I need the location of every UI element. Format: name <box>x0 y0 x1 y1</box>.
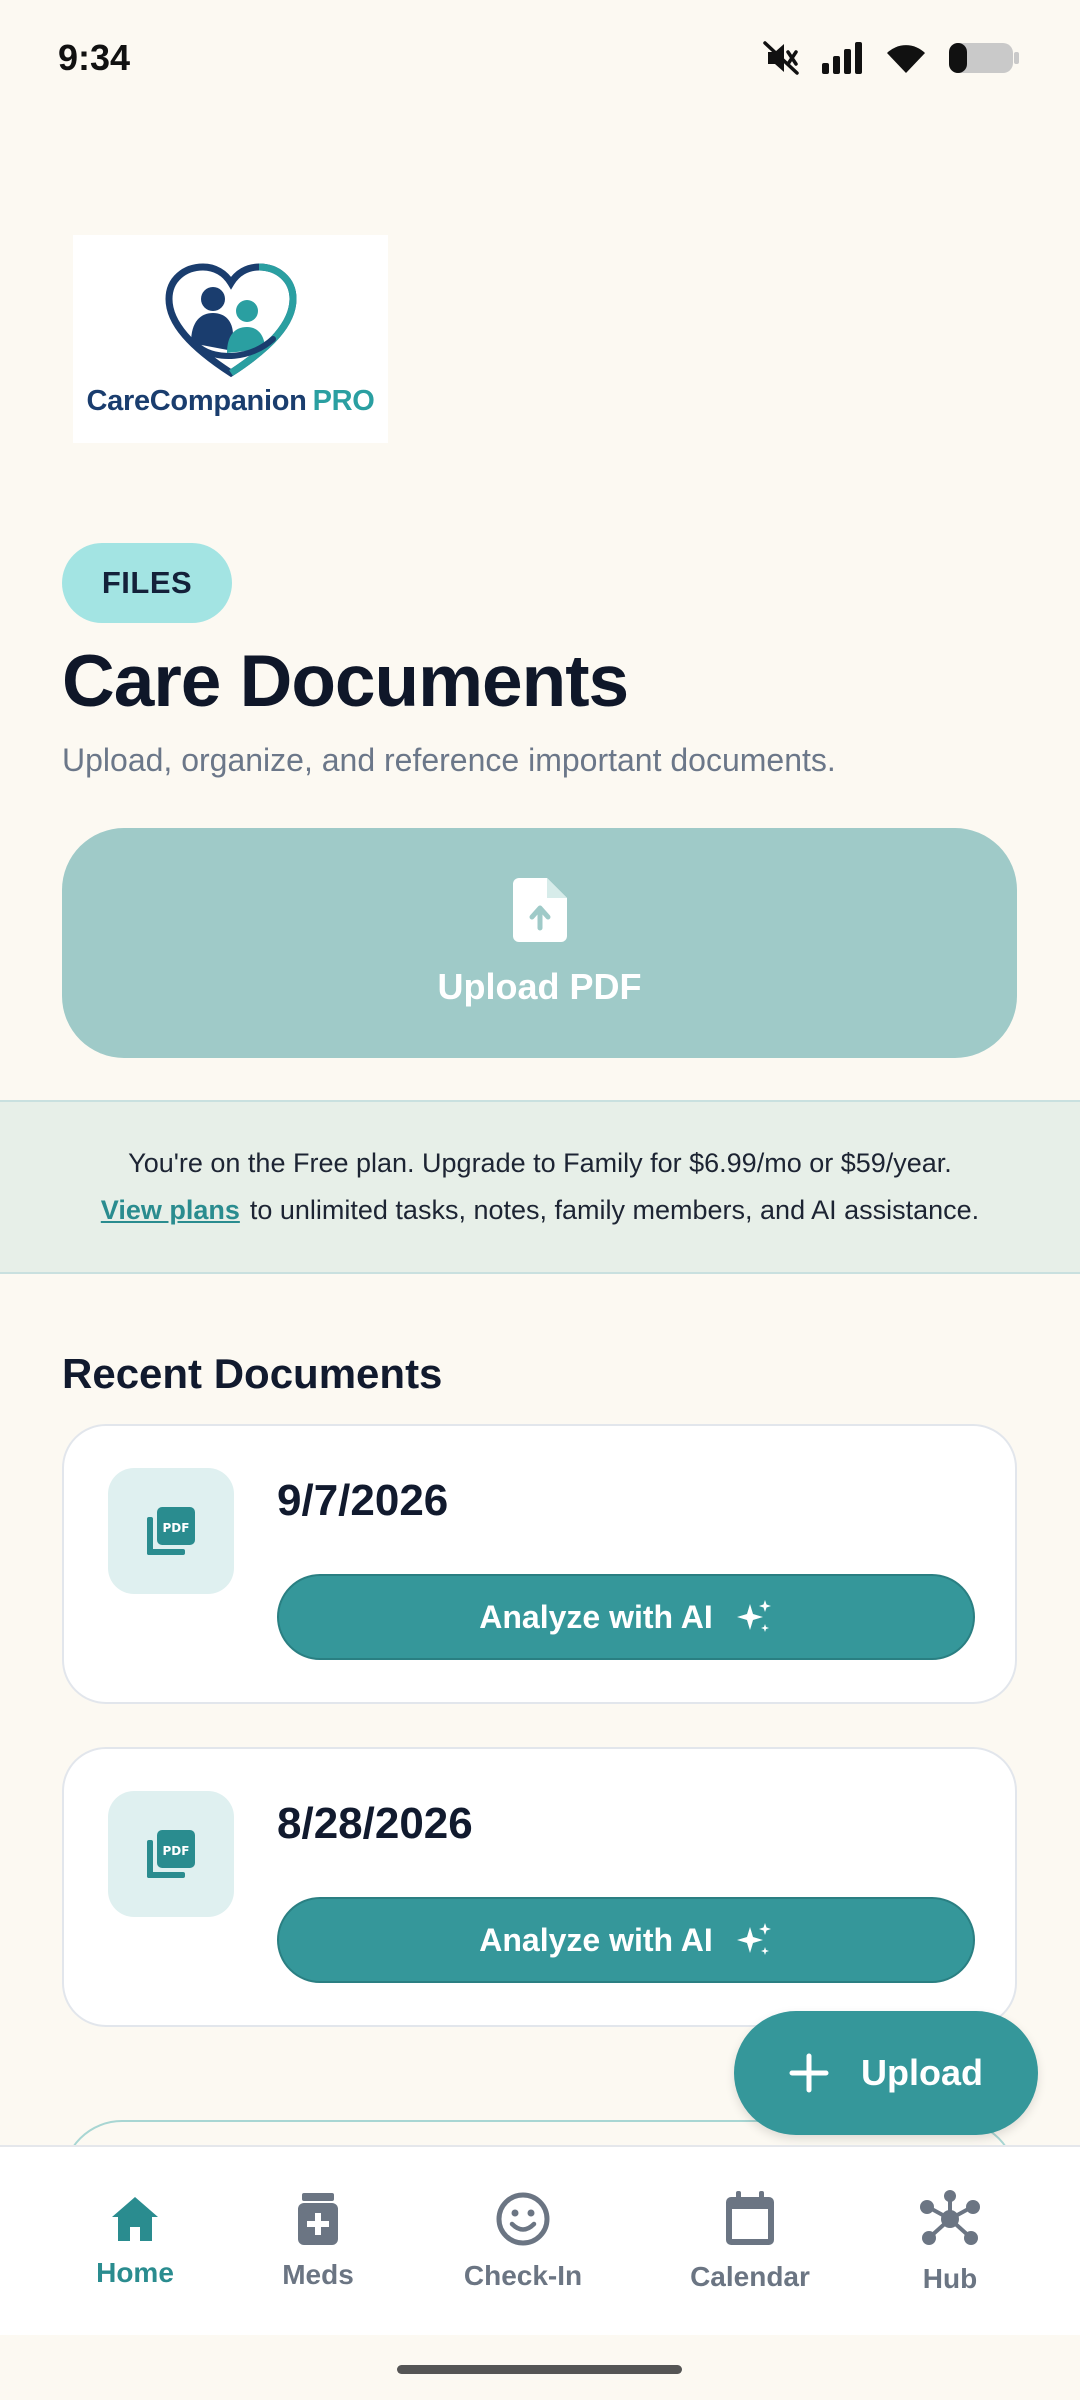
plan-banner-line2-text: to unlimited tasks, notes, family member… <box>249 1195 980 1225</box>
document-card[interactable]: PDF 9/7/2026 Analyze with AI <box>62 1424 1017 1704</box>
plan-banner: You're on the Free plan. Upgrade to Fami… <box>0 1100 1080 1274</box>
nav-item-check-in[interactable]: Check-In <box>448 2147 598 2337</box>
recent-documents-title: Recent Documents <box>62 1350 443 1397</box>
analyze-label: Analyze with AI <box>479 1598 713 1635</box>
page-title: Care Documents <box>62 641 629 722</box>
analyze-label: Analyze with AI <box>479 1921 713 1958</box>
battery-icon <box>949 42 1019 73</box>
sparkles-icon <box>736 1923 771 1955</box>
nav-label-check-in: Check-In <box>463 2260 583 2291</box>
calendar-icon <box>726 2191 774 2245</box>
pdf-icon: PDF <box>108 1468 234 1594</box>
logo-name: CareCompanion <box>86 384 307 417</box>
analyze-with-ai-button[interactable]: Analyze with AI <box>277 1897 975 1983</box>
files-badge: FILES <box>62 543 232 623</box>
bottom-nav: Home Meds Check-In Calendar Hub <box>0 2145 1080 2335</box>
nav-label-home: Home <box>96 2257 174 2288</box>
analyze-with-ai-button[interactable]: Analyze with AI <box>277 1574 975 1660</box>
plus-icon <box>789 2053 829 2093</box>
document-card[interactable]: PDF 8/28/2026 Analyze with AI <box>62 1747 1017 2027</box>
status-icons <box>762 40 1020 76</box>
home-indicator[interactable] <box>397 2365 682 2374</box>
file-upload-icon <box>512 878 567 942</box>
svg-text:PDF: PDF <box>163 1844 190 1858</box>
nav-item-meds[interactable]: Meds <box>258 2147 378 2337</box>
page-subtitle: Upload, organize, and reference importan… <box>62 742 836 778</box>
view-plans-link[interactable]: View plans <box>101 1195 240 1225</box>
upload-fab-button[interactable]: Upload <box>734 2011 1038 2135</box>
heart-family-logo-icon <box>164 262 297 377</box>
logo-wordmark: CareCompanion PRO <box>86 385 374 418</box>
plan-banner-line1: You're on the Free plan. Upgrade to Fami… <box>128 1148 952 1178</box>
hub-icon <box>920 2190 980 2245</box>
nav-item-home[interactable]: Home <box>75 2147 195 2337</box>
svg-text:PDF: PDF <box>163 1521 190 1535</box>
nav-label-meds: Meds <box>282 2259 354 2290</box>
nav-label-calendar: Calendar <box>690 2261 810 2292</box>
upload-pdf-label: Upload PDF <box>437 966 642 1007</box>
wifi-icon <box>887 44 925 73</box>
pdf-icon: PDF <box>108 1791 234 1917</box>
sparkles-icon <box>736 1600 771 1632</box>
smiley-icon <box>496 2192 550 2246</box>
logo-suffix: PRO <box>312 384 375 417</box>
home-icon <box>112 2197 158 2241</box>
signal-icon <box>822 41 862 74</box>
nav-item-hub[interactable]: Hub <box>890 2147 1010 2337</box>
mute-icon <box>763 40 799 75</box>
nav-label-hub: Hub <box>922 2263 978 2294</box>
app-logo: CareCompanion PRO <box>73 235 388 443</box>
upload-fab-label: Upload <box>861 2052 983 2093</box>
status-bar: 9:34 <box>0 0 1080 115</box>
nav-item-calendar[interactable]: Calendar <box>675 2147 825 2337</box>
document-date: 9/7/2026 <box>277 1476 449 1525</box>
plan-banner-line2: View plans to unlimited tasks, notes, fam… <box>101 1187 979 1234</box>
status-time: 9:34 <box>58 36 131 78</box>
pill-bottle-icon <box>298 2193 338 2245</box>
document-date: 8/28/2026 <box>277 1799 473 1848</box>
upload-pdf-button[interactable]: Upload PDF <box>62 828 1017 1058</box>
